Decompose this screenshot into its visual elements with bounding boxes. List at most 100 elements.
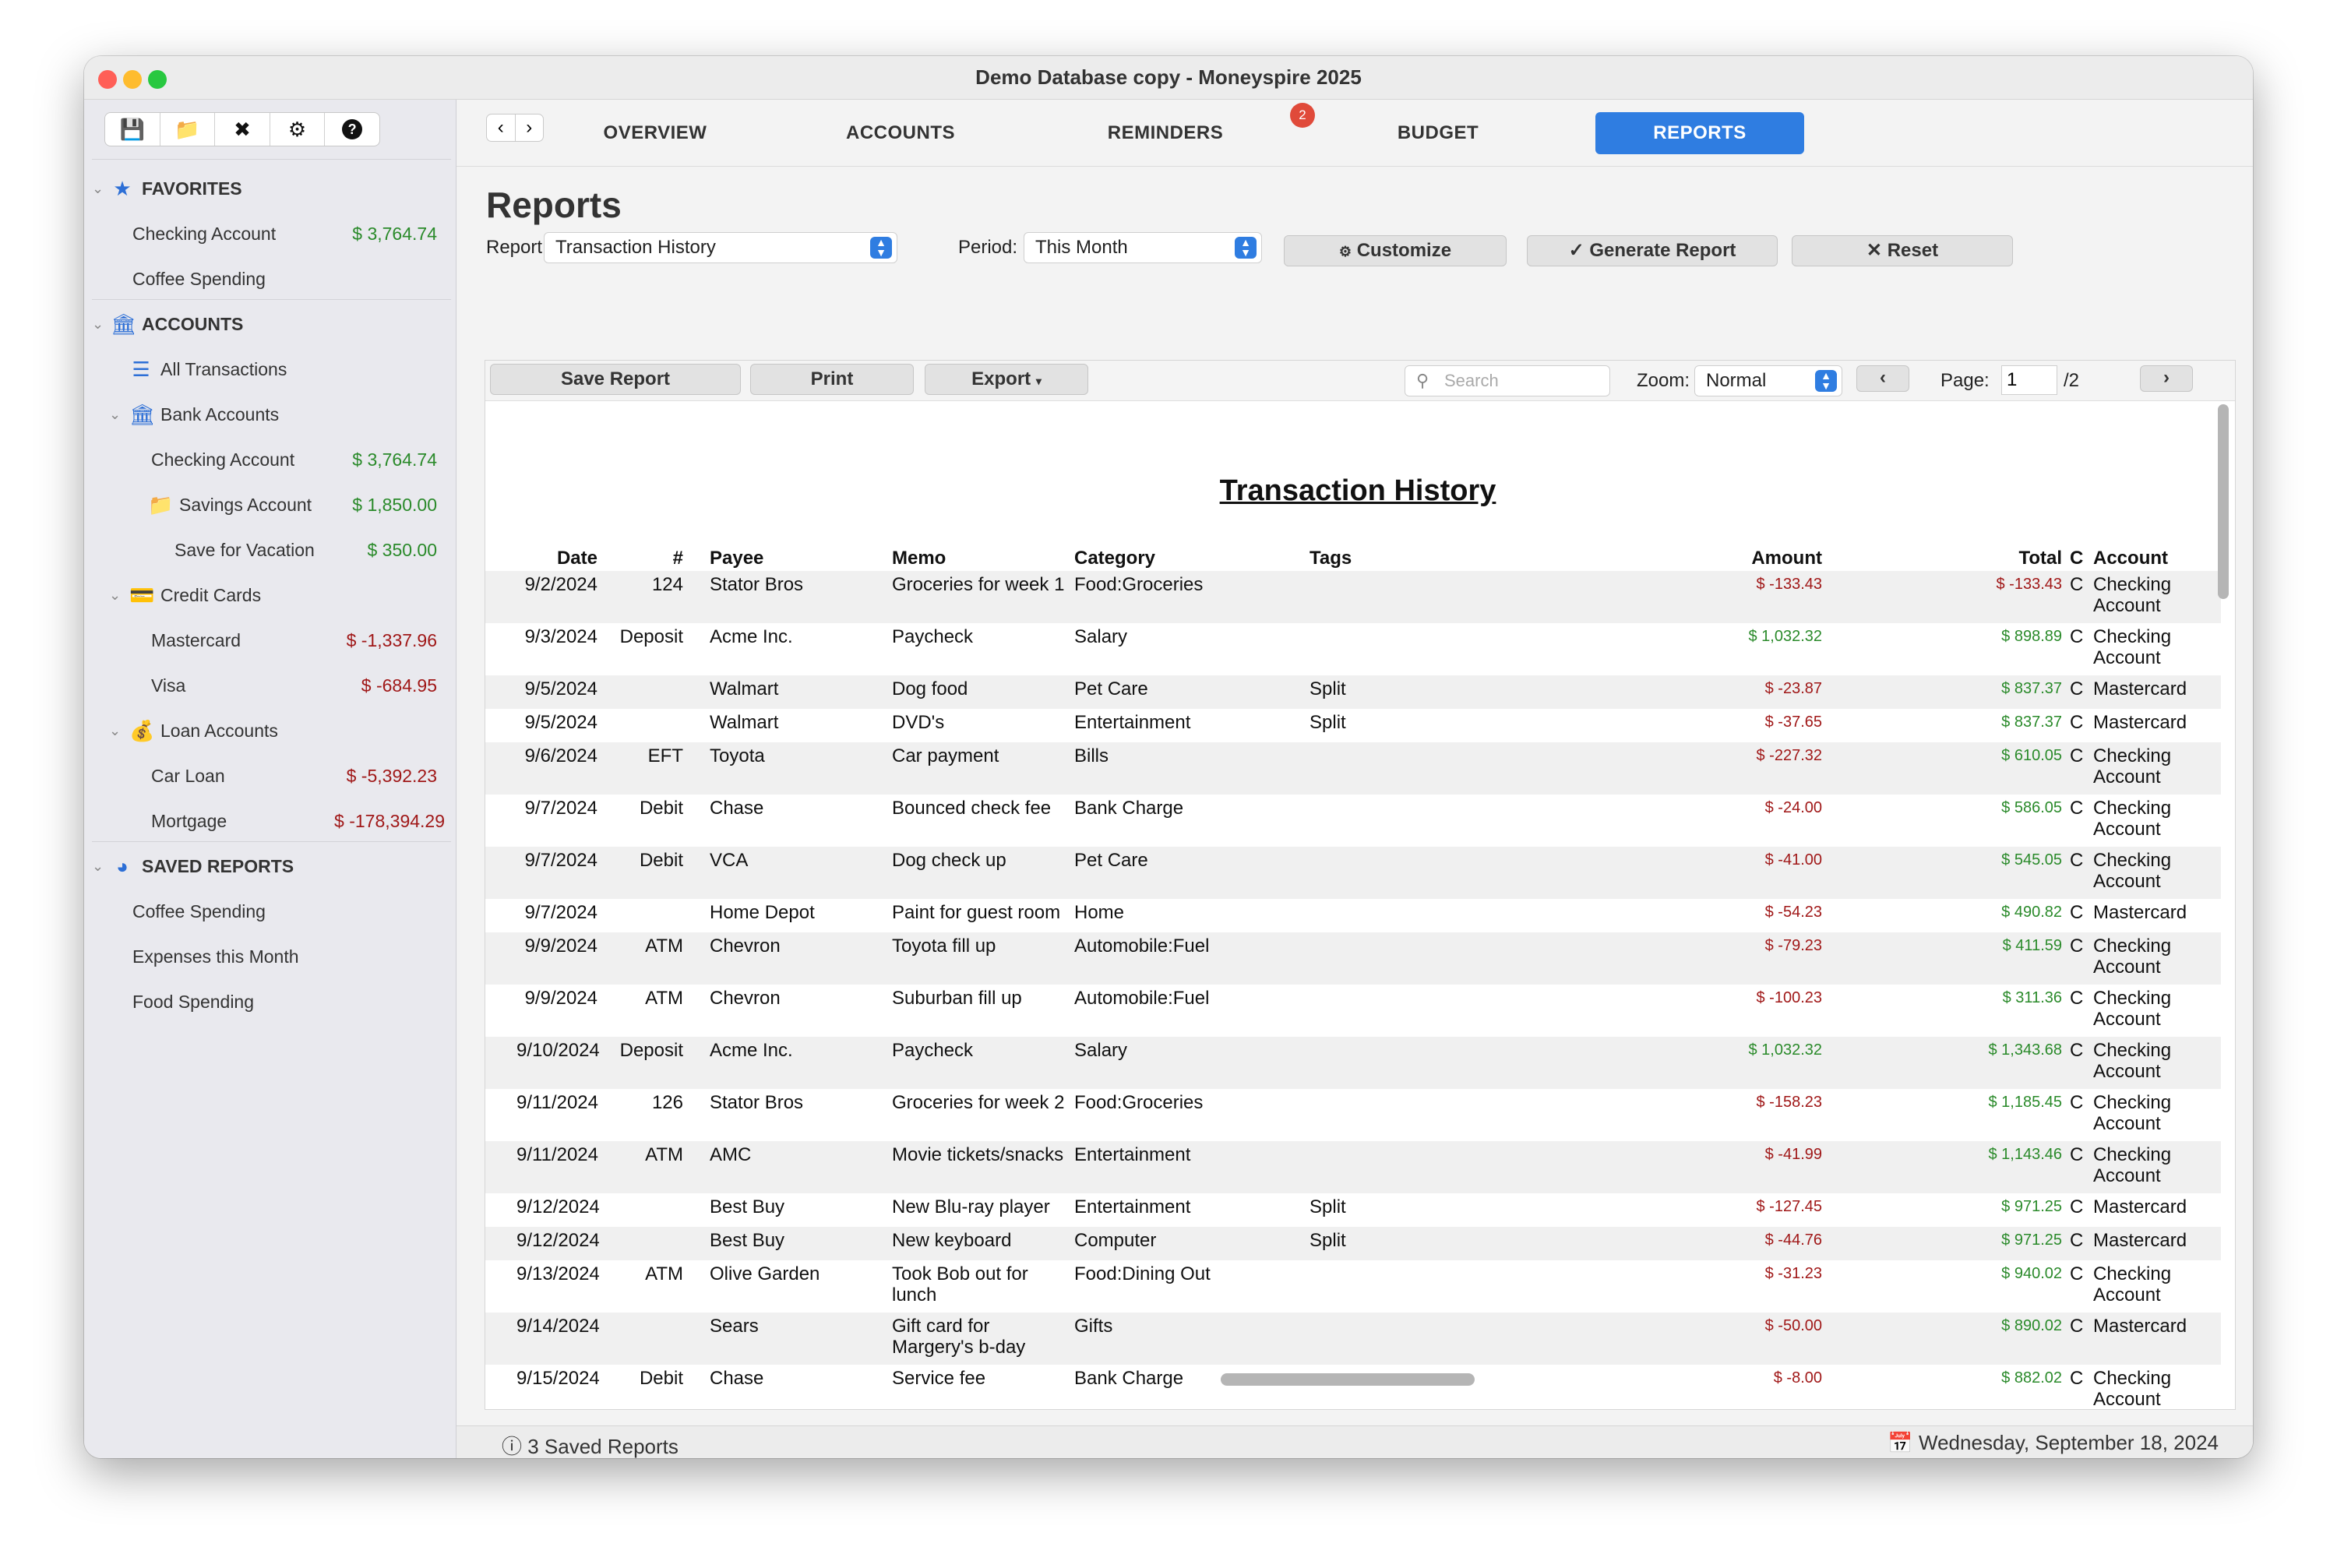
search-input[interactable]: ⚲ Search — [1405, 365, 1610, 396]
horizontal-scrollbar[interactable] — [1221, 1373, 1475, 1386]
back-button[interactable]: ‹ — [487, 115, 516, 141]
cell-date: 9/11/2024 — [516, 1092, 598, 1113]
saved-reports-section-header[interactable]: ⌄ ◕ SAVED REPORTS — [84, 847, 456, 885]
tab-overview[interactable]: OVERVIEW — [573, 112, 737, 154]
table-row[interactable]: 9/6/2024 EFT Toyota Car payment Bills $ -227.… — [485, 742, 2221, 795]
sidebar-item-loan-accounts[interactable]: ⌄ 💰 Loan Accounts — [84, 712, 456, 749]
favorites-section-header[interactable]: ⌄ ★ FAVORITES — [84, 170, 456, 207]
export-button[interactable]: Export ▾ — [925, 364, 1088, 395]
previous-page-button[interactable]: ‹ — [1856, 365, 1909, 392]
cell-cleared: C — [2070, 1040, 2084, 1061]
sidebar-item-mortgage[interactable]: Mortgage $ -178,394.29 — [84, 802, 456, 840]
sidebar-item-saved-report[interactable]: Coffee Spending — [84, 893, 456, 930]
cell-memo: Dog food — [892, 678, 968, 699]
chevron-down-icon[interactable]: ⌄ — [92, 181, 104, 197]
table-row[interactable]: 9/11/2024 ATM AMC Movie tickets/snacks Enter… — [485, 1141, 2221, 1193]
sidebar-item-credit-cards[interactable]: ⌄ 💳 Credit Cards — [84, 576, 456, 614]
help-icon[interactable]: ? — [325, 113, 379, 146]
cell-payee: Acme Inc. — [710, 626, 793, 647]
sidebar-item-favorite-checking[interactable]: Checking Account $ 3,764.74 — [84, 215, 456, 252]
cell-total: $ 971.25 — [2001, 1198, 2062, 1215]
reset-button[interactable]: ✕ Reset — [1792, 235, 2013, 266]
forward-button[interactable]: › — [516, 115, 544, 141]
folder-icon[interactable]: 📁 — [160, 113, 216, 146]
table-row[interactable]: 9/7/2024 Debit Chase Bounced check fee Bank … — [485, 795, 2221, 847]
cell-total: $ 586.05 — [2001, 799, 2062, 816]
cell-total: $ 610.05 — [2001, 747, 2062, 764]
cell-payee: Best Buy — [710, 1196, 785, 1217]
table-row[interactable]: 9/9/2024 ATM Chevron Toyota fill up Automobi… — [485, 932, 2221, 985]
table-row[interactable]: 9/5/2024 Walmart Dog food Pet Care Split $ -2… — [485, 675, 2221, 709]
sidebar-item-car-loan[interactable]: Car Loan $ -5,392.23 — [84, 757, 456, 795]
cell-memo: Suburban fill up — [892, 988, 1022, 1009]
table-row[interactable]: 9/12/2024 Best Buy New Blu-ray player Enter… — [485, 1193, 2221, 1227]
table-row[interactable]: 9/11/2024 126 Stator Bros Groceries for wee… — [485, 1089, 2221, 1141]
tools-icon[interactable]: ✖ — [215, 113, 270, 146]
sidebar-item-save-for-vacation[interactable]: Save for Vacation $ 350.00 — [84, 531, 456, 569]
sidebar-item-savings[interactable]: 📁 Savings Account $ 1,850.00 — [84, 486, 456, 523]
cell-cleared: C — [2070, 626, 2084, 647]
report-toolbar: Save Report Print Export ▾ ⚲ Search Zoom… — [485, 361, 2235, 401]
cell-date: 9/7/2024 — [524, 902, 597, 923]
period-select[interactable]: This Month ▲ ▼ — [1024, 232, 1262, 263]
table-row[interactable]: 9/10/2024 Deposit Acme Inc. Paycheck Salary $… — [485, 1037, 2221, 1089]
chevron-down-icon[interactable]: ⌄ — [109, 723, 121, 739]
table-row[interactable]: 9/14/2024 Sears Gift card for Margery's b-… — [485, 1313, 2221, 1365]
cell-date: 9/9/2024 — [524, 988, 597, 1009]
tab-accounts[interactable]: ACCOUNTS — [807, 112, 994, 154]
zoom-label: Zoom: — [1637, 370, 1690, 391]
accounts-section-header[interactable]: ⌄ 🏛 ACCOUNTS — [84, 305, 456, 343]
cell-date: 9/5/2024 — [524, 712, 597, 733]
cell-amount: $ -44.76 — [1764, 1231, 1822, 1249]
sidebar-item-all-transactions[interactable]: ☰ All Transactions — [84, 351, 456, 388]
save-report-button[interactable]: Save Report — [490, 364, 741, 395]
cell-account: Mastercard — [2093, 902, 2187, 923]
search-placeholder: Search — [1444, 371, 1499, 390]
cell-account: Checking Account — [2093, 1040, 2172, 1082]
table-row[interactable]: 9/3/2024 Deposit Acme Inc. Paycheck Salary $ … — [485, 623, 2221, 675]
table-row[interactable]: 9/7/2024 Home Depot Paint for guest room Ho… — [485, 899, 2221, 932]
generate-report-button[interactable]: ✓ Generate Report — [1527, 235, 1778, 266]
table-row[interactable]: 9/2/2024 124 Stator Bros Groceries for week… — [485, 571, 2221, 623]
cell-account: Mastercard — [2093, 1230, 2187, 1251]
chevron-down-icon[interactable]: ⌄ — [92, 316, 104, 333]
tab-reminders[interactable]: REMINDERS — [1056, 112, 1274, 154]
account-balance: $ -5,392.23 — [346, 765, 437, 786]
table-row[interactable]: 9/9/2024 ATM Chevron Suburban fill up Automo… — [485, 985, 2221, 1037]
sidebar-item-favorite-coffee[interactable]: Coffee Spending — [84, 260, 456, 298]
cell-account: Checking Account — [2093, 1092, 2172, 1134]
chevron-down-icon[interactable]: ⌄ — [92, 858, 104, 875]
sidebar-item-checking[interactable]: Checking Account $ 3,764.74 — [84, 441, 456, 478]
report-select[interactable]: Transaction History ▲ ▼ — [544, 232, 897, 263]
divider — [92, 159, 451, 160]
zoom-select[interactable]: Normal ▲ ▼ — [1694, 365, 1842, 396]
page-number-input[interactable]: 1 — [2001, 365, 2057, 395]
cell-account: Checking Account — [2093, 936, 2172, 978]
vertical-scrollbar[interactable] — [2218, 404, 2229, 599]
sidebar-item-visa[interactable]: Visa $ -684.95 — [84, 667, 456, 704]
chevron-down-icon[interactable]: ⌄ — [109, 407, 121, 423]
gear-icon[interactable]: ⚙ — [270, 113, 326, 146]
cell-payee: Chase — [710, 1368, 764, 1389]
tab-reports[interactable]: REPORTS — [1595, 112, 1804, 154]
next-page-button[interactable]: › — [2140, 365, 2193, 392]
folder-icon: 📁 — [148, 492, 174, 516]
sidebar-item-bank-accounts[interactable]: ⌄ 🏛 Bank Accounts — [84, 396, 456, 433]
sidebar-item-saved-report[interactable]: Expenses this Month — [84, 938, 456, 975]
cell-memo: Toyota fill up — [892, 936, 996, 957]
sidebar-item-saved-report[interactable]: Food Spending — [84, 983, 456, 1020]
print-button[interactable]: Print — [750, 364, 914, 395]
save-icon[interactable]: 💾 — [105, 113, 160, 146]
cell-date: 9/6/2024 — [524, 745, 597, 766]
tab-budget[interactable]: BUDGET — [1345, 112, 1532, 154]
table-row[interactable]: 9/5/2024 Walmart DVD's Entertainment Split $ … — [485, 709, 2221, 742]
sidebar-item-mastercard[interactable]: Mastercard $ -1,337.96 — [84, 622, 456, 659]
cell-category: Entertainment — [1074, 712, 1191, 733]
table-row[interactable]: 9/13/2024 ATM Olive Garden Took Bob out for… — [485, 1260, 2221, 1313]
table-row[interactable]: 9/7/2024 Debit VCA Dog check up Pet Care $ -4… — [485, 847, 2221, 899]
chevron-down-icon: ▾ — [1035, 375, 1042, 387]
customize-button[interactable]: ⚙ Customize — [1284, 235, 1507, 266]
chevron-down-icon[interactable]: ⌄ — [109, 587, 121, 604]
table-row[interactable]: 9/12/2024 Best Buy New keyboard Computer Spl… — [485, 1227, 2221, 1260]
zoom-select-value: Normal — [1706, 370, 1767, 391]
